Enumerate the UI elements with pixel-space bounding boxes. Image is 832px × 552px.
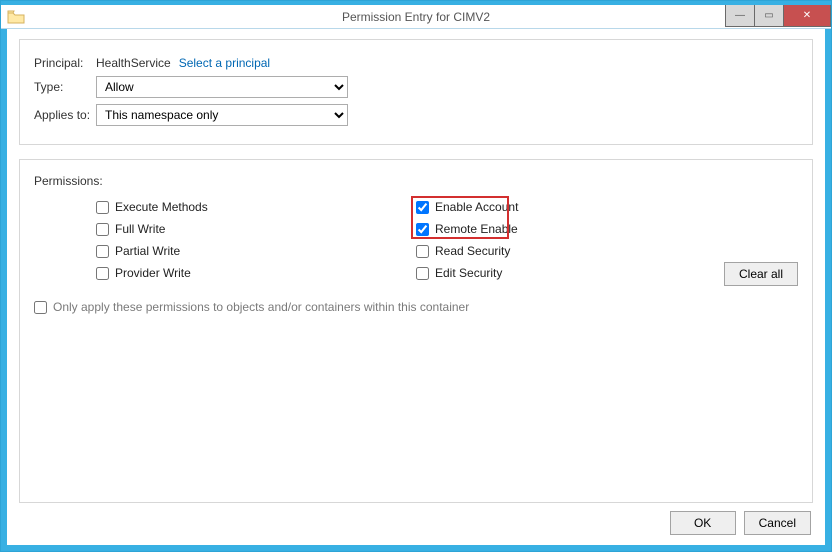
clear-all-container: Clear all	[724, 262, 798, 286]
permissions-column-left: Execute Methods Full Write Partial Write Pr…	[94, 198, 414, 282]
permission-right-2[interactable]: Read Security	[414, 242, 520, 260]
maximize-button[interactable]: ▭	[754, 5, 784, 27]
permissions-panel: Permissions: Execute Methods Full Write Pa…	[19, 159, 813, 503]
only-apply-label: Only apply these permissions to objects …	[53, 300, 469, 314]
footer: OK Cancel	[19, 503, 813, 535]
permission-checkbox[interactable]	[96, 223, 109, 236]
principal-row: Principal: HealthService Select a princi…	[34, 56, 798, 70]
applies-label: Applies to:	[34, 108, 96, 122]
ok-button[interactable]: OK	[670, 511, 736, 535]
permission-label: Execute Methods	[115, 200, 208, 214]
permission-checkbox[interactable]	[416, 267, 429, 280]
permission-right-1[interactable]: Remote Enable	[414, 220, 520, 238]
permission-label: Remote Enable	[435, 222, 518, 236]
type-row: Type: AllowDeny	[34, 76, 798, 98]
permissions-heading: Permissions:	[34, 174, 798, 188]
permission-right-0[interactable]: Enable Account	[414, 198, 520, 216]
permission-checkbox[interactable]	[96, 267, 109, 280]
clear-all-button[interactable]: Clear all	[724, 262, 798, 286]
minimize-icon: —	[735, 10, 745, 21]
close-icon: ✕	[803, 10, 811, 21]
window-title: Permission Entry for CIMV2	[1, 10, 831, 24]
window-controls: — ▭ ✕	[726, 5, 831, 27]
client-area: Principal: HealthService Select a princi…	[1, 29, 831, 551]
applies-row: Applies to: This namespace onlyThis name…	[34, 104, 798, 126]
type-label: Type:	[34, 80, 96, 94]
permissions-column-right: Enable Account Remote Enable Read Security…	[414, 198, 520, 282]
only-apply-checkbox[interactable]	[34, 301, 47, 314]
principal-panel: Principal: HealthService Select a princi…	[19, 39, 813, 145]
permission-checkbox[interactable]	[96, 245, 109, 258]
permission-label: Enable Account	[435, 200, 518, 214]
folder-icon	[7, 10, 25, 24]
permission-label: Read Security	[435, 244, 510, 258]
cancel-button[interactable]: Cancel	[744, 511, 811, 535]
permission-right-3[interactable]: Edit Security	[414, 264, 520, 282]
permission-checkbox[interactable]	[96, 201, 109, 214]
type-select[interactable]: AllowDeny	[96, 76, 348, 98]
permission-label: Provider Write	[115, 266, 191, 280]
permission-checkbox[interactable]	[416, 201, 429, 214]
permission-label: Edit Security	[435, 266, 502, 280]
select-principal-link[interactable]: Select a principal	[179, 56, 270, 70]
permission-checkbox[interactable]	[416, 223, 429, 236]
minimize-button[interactable]: —	[725, 5, 755, 27]
permission-left-1[interactable]: Full Write	[94, 220, 414, 238]
permission-label: Full Write	[115, 222, 165, 236]
titlebar: Permission Entry for CIMV2 — ▭ ✕	[1, 1, 831, 29]
principal-label: Principal:	[34, 56, 96, 70]
permission-left-0[interactable]: Execute Methods	[94, 198, 414, 216]
applies-select[interactable]: This namespace onlyThis namespace and su…	[96, 104, 348, 126]
permissions-grid: Execute Methods Full Write Partial Write Pr…	[34, 198, 798, 282]
permission-left-2[interactable]: Partial Write	[94, 242, 414, 260]
only-apply-row: Only apply these permissions to objects …	[34, 300, 798, 314]
permission-left-3[interactable]: Provider Write	[94, 264, 414, 282]
permission-label: Partial Write	[115, 244, 180, 258]
principal-value: HealthService	[96, 56, 171, 70]
permission-checkbox[interactable]	[416, 245, 429, 258]
permission-entry-window: Permission Entry for CIMV2 — ▭ ✕ Princip…	[0, 0, 832, 552]
maximize-icon: ▭	[764, 10, 773, 21]
close-button[interactable]: ✕	[783, 5, 831, 27]
